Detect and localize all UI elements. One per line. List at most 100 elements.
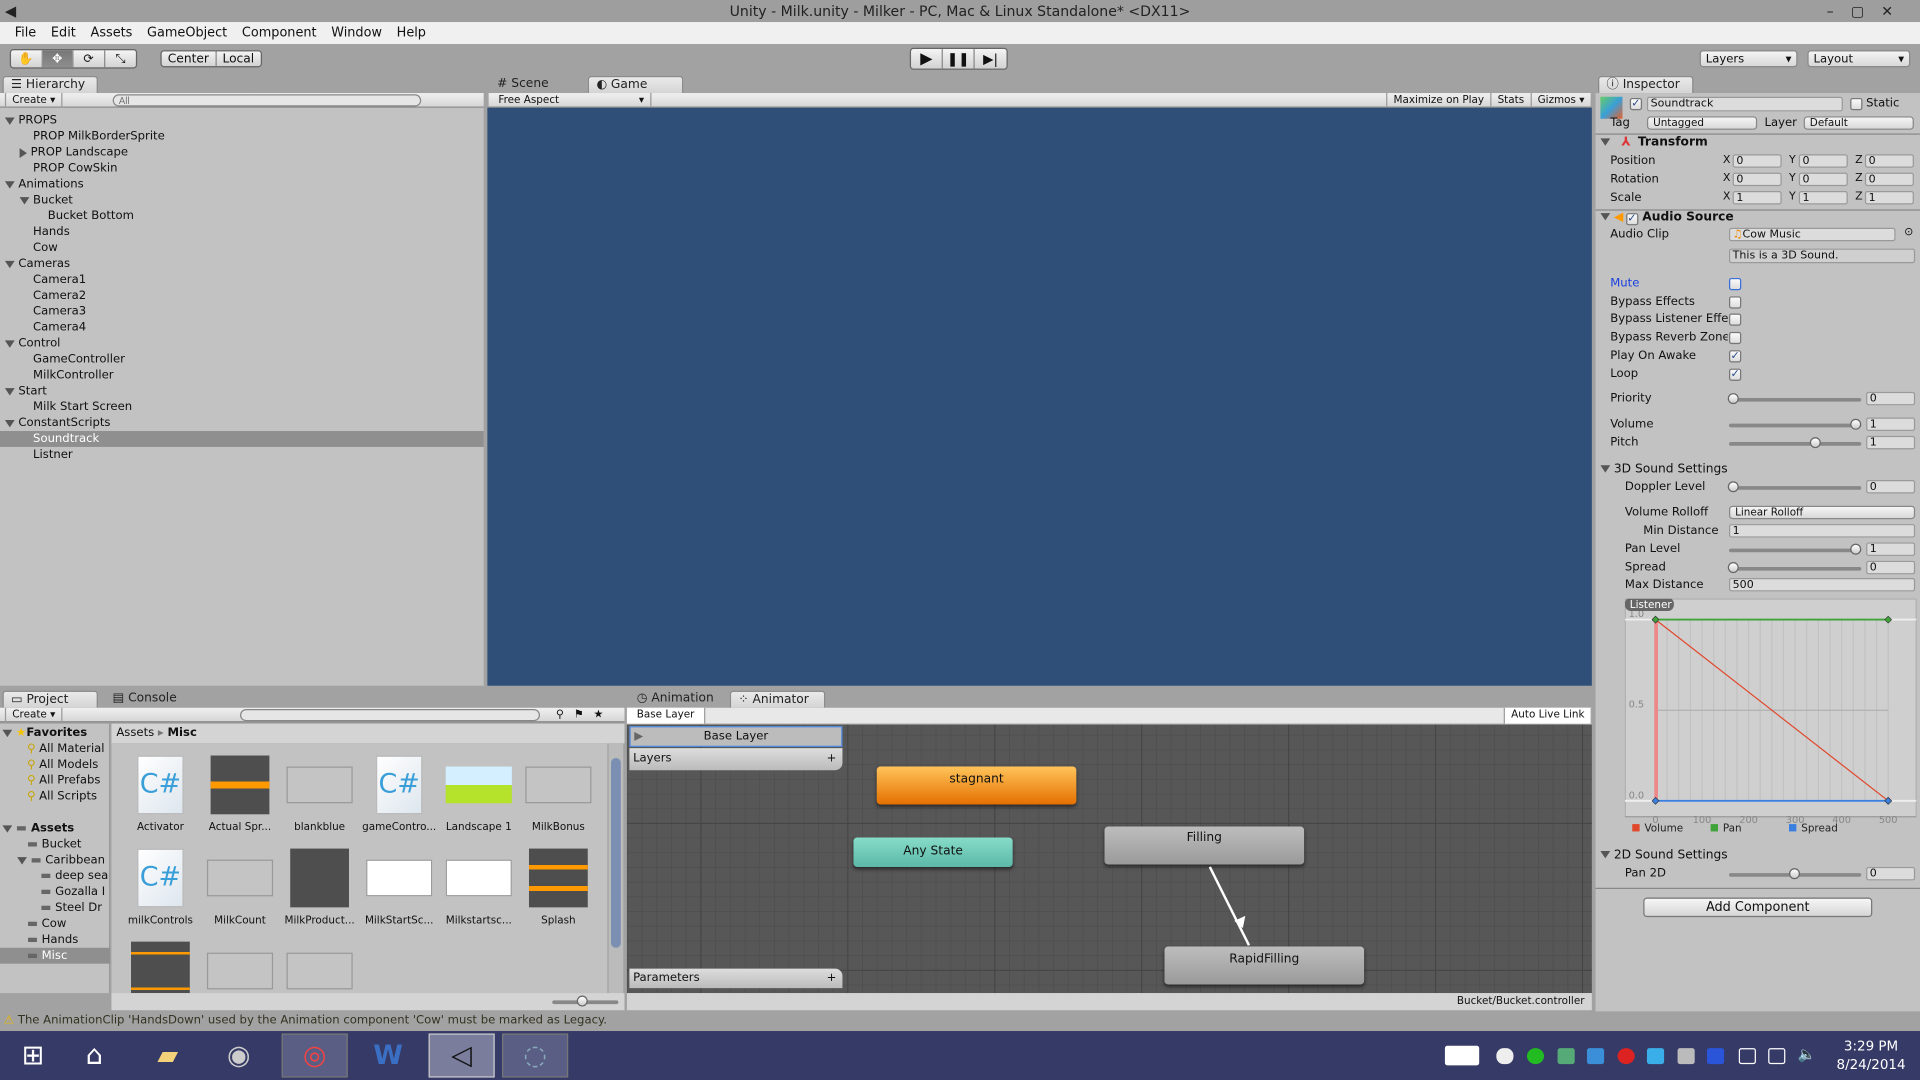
state-filling[interactable]: Filling (1104, 826, 1305, 865)
menu-gameobject[interactable]: GameObject (140, 22, 235, 44)
rotation-z-field[interactable]: 0 (1864, 172, 1914, 187)
spread-value-field[interactable]: 0 (1866, 560, 1916, 575)
step-button[interactable]: ▶| (975, 49, 1007, 69)
asset-item[interactable]: Actual Spr... (201, 755, 279, 834)
transform-header[interactable]: ⅄ Transform (1596, 135, 1920, 152)
hierarchy-item[interactable]: Bucket Bottom (0, 208, 484, 224)
3d-sound-settings-header[interactable]: 3D Sound Settings (1596, 462, 1920, 479)
hierarchy-item[interactable]: MilkController (0, 367, 484, 383)
stats-button[interactable]: Stats (1491, 93, 1532, 108)
play-button[interactable]: ▶ (911, 48, 943, 69)
hierarchy-item[interactable]: PROP Landscape (0, 144, 484, 160)
home-icon[interactable]: ⌂ (61, 1033, 127, 1077)
min-distance-field[interactable]: 1 (1728, 524, 1916, 538)
hierarchy-item[interactable]: PROP CowSkin (0, 160, 484, 176)
create-button[interactable]: Create ▾ (4, 93, 63, 108)
tab-game[interactable]: ◐ Game (587, 75, 684, 94)
unity-icon[interactable]: ◁ (428, 1033, 495, 1078)
max-distance-field[interactable]: 500 (1728, 577, 1916, 592)
hierarchy-item[interactable]: Listner (0, 447, 484, 463)
hand-tool-icon[interactable]: ✋ (11, 50, 43, 68)
expand-arrow-icon[interactable] (4, 116, 15, 125)
asset-item[interactable]: C# milkControls (121, 848, 199, 927)
static-checkbox[interactable]: ✓ (1850, 97, 1863, 111)
game-view[interactable] (487, 107, 1592, 686)
favorite-item[interactable]: ⚲ All Scripts (0, 789, 110, 805)
hierarchy-item[interactable]: Cow (0, 240, 484, 256)
keyboard-icon[interactable] (1444, 1045, 1480, 1066)
expand-arrow-icon[interactable] (2, 824, 13, 833)
layer-item-base[interactable]: ▶ Base Layer (629, 726, 843, 747)
play-on-awake-checkbox[interactable]: ✓ (1728, 349, 1742, 363)
battery-icon[interactable] (1738, 1048, 1756, 1065)
maximize-on-play-button[interactable]: Maximize on Play (1386, 93, 1492, 108)
menu-assets[interactable]: Assets (83, 22, 140, 44)
hierarchy-item[interactable]: Camera3 (0, 304, 484, 320)
assets-header[interactable]: ▬ Assets (0, 820, 110, 836)
scale-x-field[interactable]: 1 (1732, 191, 1782, 205)
intel-icon[interactable] (1586, 1048, 1605, 1065)
center-button[interactable]: Center (162, 51, 217, 67)
create-button[interactable]: Create ▾ (4, 707, 63, 723)
volume-rolloff-dropdown[interactable]: Linear Rolloff (1728, 505, 1916, 520)
add-parameter-button[interactable]: + (827, 969, 837, 987)
hierarchy-item[interactable]: Animations (0, 176, 484, 192)
volume-icon[interactable]: 🔈 (1798, 1046, 1816, 1063)
tab-animation[interactable]: ◷ Animation (629, 690, 725, 708)
pan-level-slider-knob[interactable] (1850, 543, 1862, 555)
chrome-icon[interactable]: ◎ (281, 1033, 348, 1078)
state-stagnant[interactable]: stagnant (876, 766, 1077, 805)
position-y-field[interactable]: 0 (1798, 154, 1848, 168)
scale-z-field[interactable]: 1 (1864, 191, 1914, 205)
tab-scene[interactable]: # Scene (489, 75, 583, 94)
asset-item[interactable]: MilkProduct... (280, 848, 358, 927)
object-picker-icon[interactable]: ⊙ (1904, 227, 1913, 239)
spread-slider[interactable] (1727, 562, 1862, 574)
hierarchy-item[interactable]: PROP MilkBorderSprite (0, 129, 484, 145)
scale-tool-icon[interactable]: ⤡ (105, 50, 136, 67)
icon-size-slider[interactable] (552, 995, 619, 1007)
asset-item[interactable]: blankblue (280, 756, 358, 834)
transition-arrow[interactable] (1202, 864, 1263, 950)
folder-item[interactable]: ▬ Caribbean (0, 852, 110, 868)
layout-dropdown[interactable]: Layout ▾ (1807, 50, 1911, 68)
asset-item[interactable] (280, 942, 358, 993)
pitch-slider-knob[interactable] (1809, 437, 1821, 449)
breadcrumb-misc[interactable]: Misc (167, 726, 196, 739)
mute-checkbox[interactable] (1728, 277, 1742, 291)
layers-dropdown[interactable]: Layers ▾ (1699, 50, 1798, 68)
hierarchy-item[interactable]: Control (0, 336, 484, 352)
audio-clip-field[interactable]: ♫Cow Music (1728, 227, 1896, 242)
favorite-item[interactable]: ⚲ All Material (0, 741, 110, 757)
hierarchy-item[interactable]: Soundtrack (0, 431, 484, 447)
spread-slider-knob[interactable] (1727, 562, 1739, 574)
hierarchy-item[interactable]: Hands (0, 224, 484, 240)
start-button-icon[interactable]: ⊞ (0, 1033, 66, 1077)
pan-2d-slider[interactable] (1728, 868, 1862, 880)
doppler-level-slider[interactable] (1727, 481, 1862, 493)
status-bar[interactable]: ⚠ The AnimationClip 'HandsDown' used by … (0, 1011, 1920, 1032)
hierarchy-item[interactable]: PROPS (0, 113, 484, 129)
expand-arrow-icon[interactable] (4, 260, 15, 268)
word-icon[interactable]: W (355, 1033, 421, 1077)
tab-console[interactable]: ▤ Console (105, 690, 201, 708)
nvidia-icon[interactable] (1557, 1048, 1575, 1065)
priority-slider[interactable] (1727, 393, 1862, 405)
hierarchy-item[interactable]: Cameras (0, 256, 484, 272)
menu-edit[interactable]: Edit (44, 22, 84, 44)
asset-item[interactable]: MilkCount (201, 849, 279, 927)
beats-icon[interactable] (1617, 1048, 1635, 1065)
expand-arrow-icon[interactable] (4, 387, 15, 395)
bypass-listener-effe-checkbox[interactable] (1728, 313, 1742, 327)
active-checkbox[interactable]: ✓ (1629, 97, 1643, 111)
asset-item[interactable]: MilkStartSc... (360, 849, 438, 927)
asset-scrollbar[interactable] (608, 743, 624, 994)
file-explorer-icon[interactable]: ▰ (135, 1033, 201, 1077)
project-search[interactable] (240, 708, 541, 722)
tab-animator[interactable]: ⁘ Animator (729, 690, 826, 708)
expand-arrow-icon[interactable] (2, 729, 13, 737)
razer-icon[interactable] (1526, 1048, 1545, 1065)
folder-item[interactable]: ▬ Hands (0, 932, 110, 948)
favorites-header[interactable]: ★Favorites (0, 725, 110, 741)
menu-window[interactable]: Window (324, 22, 389, 44)
